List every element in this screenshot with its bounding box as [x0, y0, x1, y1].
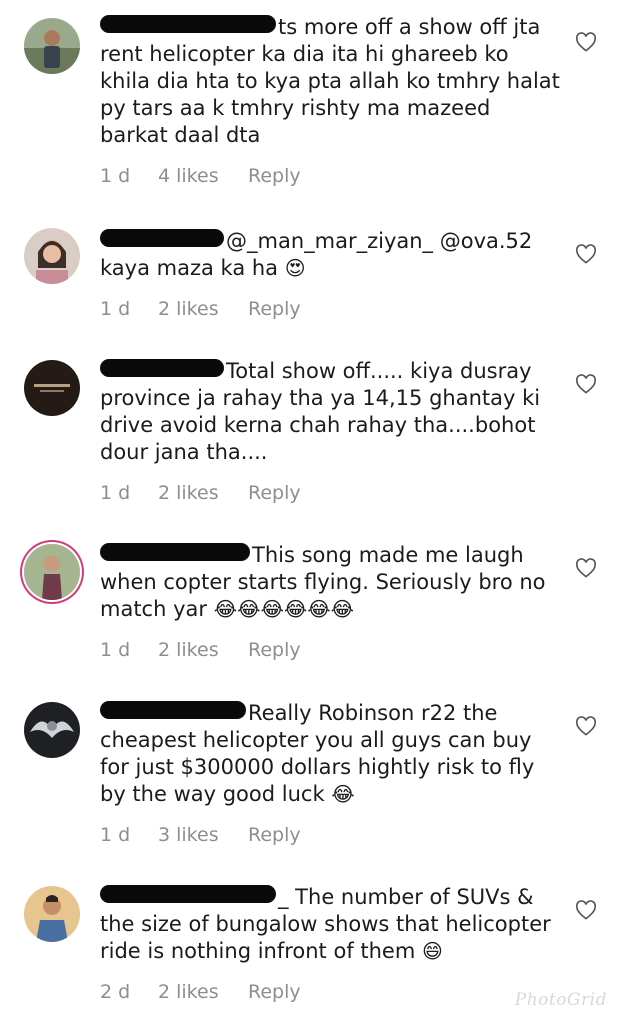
avatar[interactable]: [24, 228, 80, 284]
watermark-logo: PhotoGrid: [514, 990, 607, 1010]
like-heart-icon[interactable]: [575, 558, 597, 578]
comment-list: ts more off a show off jta rent helicopt…: [0, 0, 629, 1024]
avatar[interactable]: [24, 360, 80, 416]
comment-likes[interactable]: 2 likes: [158, 981, 248, 1003]
emoji: 😄: [422, 939, 443, 963]
reply-button[interactable]: Reply: [248, 165, 301, 187]
comment-text: @_man_mar_ziyan_ @ova.52 kaya maza ka ha…: [100, 229, 533, 280]
comment-likes[interactable]: 4 likes: [158, 165, 248, 187]
comment-time: 1 d: [100, 824, 131, 846]
comment-meta: 1 d 2 likes Reply: [100, 298, 560, 320]
avatar[interactable]: [24, 702, 80, 758]
avatar-image: [24, 544, 80, 600]
like-heart-icon[interactable]: [575, 374, 597, 394]
like-heart-icon[interactable]: [575, 244, 597, 264]
comment-likes[interactable]: 2 likes: [158, 482, 248, 504]
comment-time: 1 d: [100, 298, 131, 320]
redacted-username: [100, 15, 276, 33]
emoji: 😍: [284, 256, 306, 280]
comment-body: @_man_mar_ziyan_ @ova.52 kaya maza ka ha…: [100, 228, 560, 320]
like-heart-icon[interactable]: [575, 900, 597, 920]
avatar-image: [24, 702, 80, 758]
avatar-image: [24, 18, 80, 74]
avatar[interactable]: [24, 18, 80, 74]
redacted-username: [100, 543, 250, 561]
comment-time: 1 d: [100, 482, 131, 504]
avatar-image: [24, 228, 80, 284]
comment-body: _ The number of SUVs & the size of bunga…: [100, 884, 560, 1003]
comment-meta: 1 d 4 likes Reply: [100, 165, 560, 187]
reply-button[interactable]: Reply: [248, 824, 301, 846]
emoji: 😂😂😂😂😂😂: [213, 597, 354, 621]
comment-body: Total show off..... kiya dusray province…: [100, 358, 560, 504]
comment-likes[interactable]: 2 likes: [158, 298, 248, 320]
comment-meta: 1 d 2 likes Reply: [100, 639, 560, 661]
redacted-username: [100, 229, 224, 247]
reply-button[interactable]: Reply: [248, 981, 301, 1003]
avatar[interactable]: [24, 544, 80, 600]
emoji: 😂: [331, 782, 355, 806]
comment-body: ts more off a show off jta rent helicopt…: [100, 14, 560, 187]
comment-text: Total show off..... kiya dusray province…: [100, 359, 541, 464]
comment-time: 1 d: [100, 639, 131, 661]
redacted-username: [100, 359, 224, 377]
comment-likes[interactable]: 2 likes: [158, 639, 248, 661]
reply-button[interactable]: Reply: [248, 482, 301, 504]
like-heart-icon[interactable]: [575, 716, 597, 736]
comment-time: 1 d: [100, 165, 131, 187]
comment-meta: 2 d 2 likes Reply: [100, 981, 560, 1003]
reply-button[interactable]: Reply: [248, 639, 301, 661]
comment-meta: 1 d 3 likes Reply: [100, 824, 560, 846]
comment-text: This song made me laugh when copter star…: [100, 543, 546, 621]
redacted-username: [100, 885, 276, 903]
comment-text: Really Robinson r22 the cheapest helicop…: [100, 701, 535, 806]
avatar-image: [24, 886, 80, 942]
redacted-username: [100, 701, 246, 719]
comment-text: ts more off a show off jta rent helicopt…: [100, 15, 560, 147]
reply-button[interactable]: Reply: [248, 298, 301, 320]
comment-text: _ The number of SUVs & the size of bunga…: [100, 885, 551, 963]
comment-body: This song made me laugh when copter star…: [100, 542, 560, 661]
avatar[interactable]: [24, 886, 80, 942]
comment-time: 2 d: [100, 981, 131, 1003]
comment-meta: 1 d 2 likes Reply: [100, 482, 560, 504]
comment-likes[interactable]: 3 likes: [158, 824, 248, 846]
comment-body: Really Robinson r22 the cheapest helicop…: [100, 700, 560, 846]
like-heart-icon[interactable]: [575, 32, 597, 52]
avatar-image: [24, 360, 80, 416]
